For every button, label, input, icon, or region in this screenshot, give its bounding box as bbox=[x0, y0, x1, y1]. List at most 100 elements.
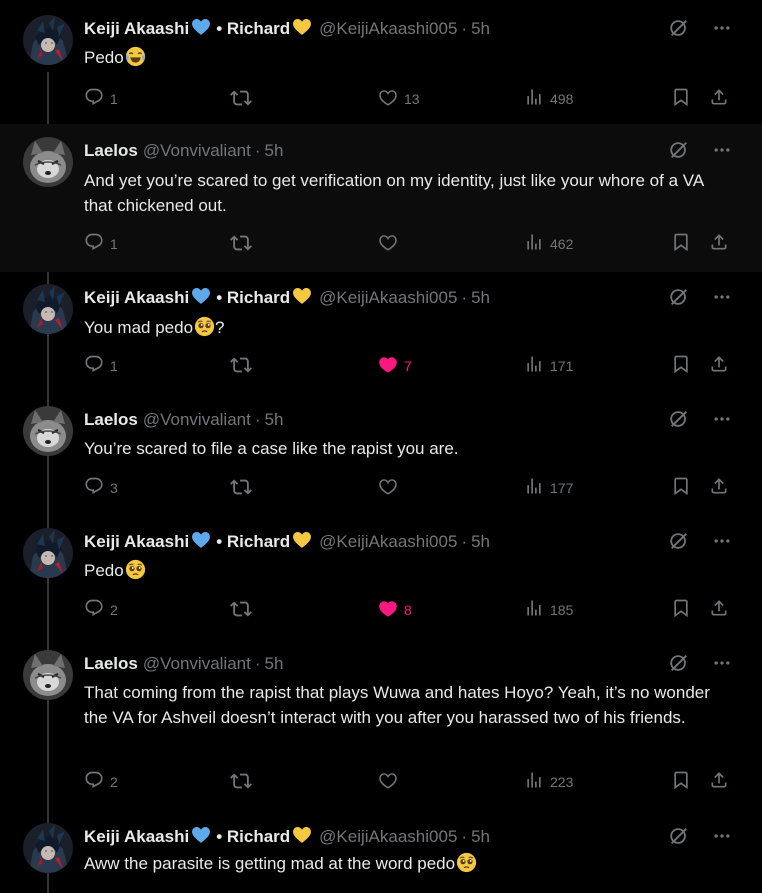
views-count: 462 bbox=[550, 235, 574, 252]
share-button[interactable] bbox=[709, 476, 729, 499]
like-count: 8 bbox=[404, 601, 412, 618]
more-options-icon[interactable] bbox=[712, 140, 732, 165]
display-name[interactable]: Laelos bbox=[84, 410, 138, 430]
user-handle[interactable]: @KeijiAkaashi005 bbox=[319, 827, 457, 847]
display-name[interactable]: Laelos bbox=[84, 141, 138, 161]
views-button[interactable]: 171 bbox=[524, 354, 573, 377]
avatar[interactable] bbox=[23, 823, 73, 873]
more-options-icon[interactable] bbox=[712, 409, 732, 434]
more-options-icon[interactable] bbox=[712, 531, 732, 556]
display-name[interactable]: Keiji Akaashi bbox=[84, 19, 189, 39]
tweet-text-body: And yet you’re scared to get verificatio… bbox=[84, 171, 704, 215]
user-handle[interactable]: @Vonvivaliant bbox=[143, 410, 251, 430]
tweet-card[interactable]: Keiji Akaashi • Richard @KeijiAkaashi005 · 5… bbox=[0, 814, 762, 893]
share-button[interactable] bbox=[709, 232, 729, 255]
bookmark-button[interactable] bbox=[671, 232, 691, 255]
more-options-icon[interactable] bbox=[712, 653, 732, 678]
like-button[interactable] bbox=[378, 476, 404, 499]
retweet-button[interactable] bbox=[230, 476, 252, 501]
share-icon bbox=[709, 770, 729, 793]
tweet-card[interactable]: Keiji Akaashi • Richard @KeijiAkaashi005 · 5… bbox=[0, 0, 762, 124]
more-options-icon[interactable] bbox=[712, 18, 732, 43]
display-name-suffix[interactable]: • Richard bbox=[216, 827, 290, 847]
retweet-button[interactable] bbox=[230, 770, 252, 795]
timestamp[interactable]: 5h bbox=[471, 827, 490, 847]
share-icon bbox=[709, 87, 729, 110]
tweet-card[interactable]: Keiji Akaashi • Richard @KeijiAkaashi005 · 5… bbox=[0, 516, 762, 638]
more-options-icon[interactable] bbox=[712, 287, 732, 312]
grok-icon[interactable] bbox=[668, 652, 690, 679]
user-handle[interactable]: @KeijiAkaashi005 bbox=[319, 19, 457, 39]
timestamp[interactable]: 5h bbox=[471, 532, 490, 552]
user-handle[interactable]: @Vonvivaliant bbox=[143, 141, 251, 161]
timestamp[interactable]: 5h bbox=[265, 141, 284, 161]
grok-icon[interactable] bbox=[668, 825, 690, 852]
reply-button[interactable]: 2 bbox=[84, 598, 118, 621]
share-button[interactable] bbox=[709, 87, 729, 110]
user-handle[interactable]: @KeijiAkaashi005 bbox=[319, 532, 457, 552]
timestamp[interactable]: 5h bbox=[471, 19, 490, 39]
display-name[interactable]: Laelos bbox=[84, 654, 138, 674]
bookmark-button[interactable] bbox=[671, 770, 691, 793]
grok-icon[interactable] bbox=[668, 139, 690, 166]
tweet-card[interactable]: Keiji Akaashi • Richard @KeijiAkaashi005 · 5… bbox=[0, 272, 762, 394]
avatar[interactable] bbox=[23, 528, 73, 578]
user-handle[interactable]: @KeijiAkaashi005 bbox=[319, 288, 457, 308]
bookmark-button[interactable] bbox=[671, 476, 691, 499]
like-icon bbox=[378, 232, 398, 255]
display-name-suffix[interactable]: • Richard bbox=[216, 19, 290, 39]
timestamp[interactable]: 5h bbox=[471, 288, 490, 308]
display-name[interactable]: Keiji Akaashi bbox=[84, 827, 189, 847]
retweet-button[interactable] bbox=[230, 598, 252, 623]
retweet-button[interactable] bbox=[230, 232, 252, 257]
grok-icon[interactable] bbox=[668, 17, 690, 44]
views-icon bbox=[524, 87, 544, 110]
share-button[interactable] bbox=[709, 354, 729, 377]
timestamp[interactable]: 5h bbox=[265, 410, 284, 430]
tweet-card[interactable]: Laelos @Vonvivaliant · 5h That coming from t… bbox=[0, 638, 762, 814]
reply-button[interactable]: 1 bbox=[84, 232, 118, 255]
grok-icon[interactable] bbox=[668, 530, 690, 557]
like-button[interactable]: 13 bbox=[378, 87, 420, 110]
like-button[interactable]: 8 bbox=[378, 598, 412, 621]
retweet-button[interactable] bbox=[230, 354, 252, 379]
tweet-text-body: That coming from the rapist that plays W… bbox=[84, 683, 710, 727]
like-button[interactable]: 7 bbox=[378, 354, 412, 377]
avatar[interactable] bbox=[23, 650, 73, 700]
views-button[interactable]: 462 bbox=[524, 232, 573, 255]
views-button[interactable]: 185 bbox=[524, 598, 573, 621]
share-button[interactable] bbox=[709, 770, 729, 793]
grok-icon[interactable] bbox=[668, 286, 690, 313]
views-button[interactable]: 177 bbox=[524, 476, 573, 499]
avatar[interactable] bbox=[23, 406, 73, 456]
bookmark-button[interactable] bbox=[671, 87, 691, 110]
views-button[interactable]: 498 bbox=[524, 87, 573, 110]
reply-button[interactable]: 1 bbox=[84, 87, 118, 110]
bookmark-button[interactable] bbox=[671, 354, 691, 377]
bookmark-button[interactable] bbox=[671, 598, 691, 621]
reply-button[interactable]: 2 bbox=[84, 770, 118, 793]
display-name[interactable]: Keiji Akaashi bbox=[84, 532, 189, 552]
grok-icon[interactable] bbox=[668, 408, 690, 435]
tweet-card[interactable]: Laelos @Vonvivaliant · 5h You’re scared to f… bbox=[0, 394, 762, 516]
avatar[interactable] bbox=[23, 15, 73, 65]
views-icon bbox=[524, 354, 544, 377]
retweet-button[interactable] bbox=[230, 87, 252, 112]
avatar[interactable] bbox=[23, 284, 73, 334]
display-name-suffix[interactable]: • Richard bbox=[216, 532, 290, 552]
like-button[interactable] bbox=[378, 232, 404, 255]
tweet-card[interactable]: Laelos @Vonvivaliant · 5h And yet you’re sca… bbox=[0, 124, 762, 272]
more-options-icon[interactable] bbox=[712, 826, 732, 851]
display-name[interactable]: Keiji Akaashi bbox=[84, 288, 189, 308]
display-name-suffix[interactable]: • Richard bbox=[216, 288, 290, 308]
views-button[interactable]: 223 bbox=[524, 770, 573, 793]
reply-button[interactable]: 3 bbox=[84, 476, 118, 499]
like-button[interactable] bbox=[378, 770, 404, 793]
reply-button[interactable]: 1 bbox=[84, 354, 118, 377]
avatar[interactable] bbox=[23, 137, 73, 187]
timestamp[interactable]: 5h bbox=[265, 654, 284, 674]
like-icon bbox=[378, 354, 398, 377]
share-button[interactable] bbox=[709, 598, 729, 621]
user-handle[interactable]: @Vonvivaliant bbox=[143, 654, 251, 674]
retweet-icon bbox=[230, 87, 252, 112]
